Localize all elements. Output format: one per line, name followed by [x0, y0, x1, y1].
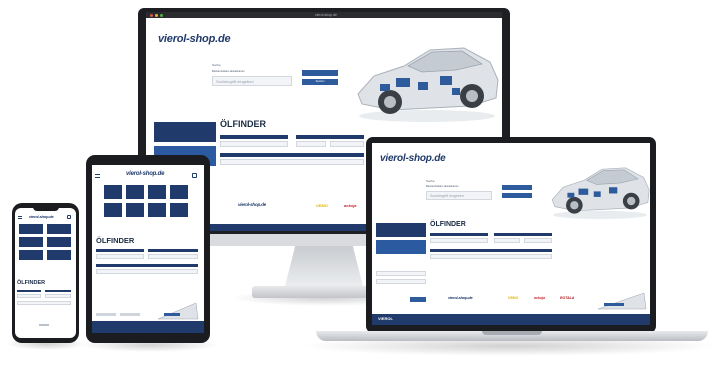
oel-finder-title: ÖLFINDER	[430, 221, 466, 228]
brand-logo-vierol: vierol-shop.de	[238, 202, 266, 207]
login-email-field[interactable]	[376, 271, 426, 276]
category-tile-7[interactable]	[148, 203, 166, 217]
finder-select-4[interactable]	[220, 159, 364, 165]
brand-logo-ackoja: ackoja	[534, 296, 545, 300]
brand-logo-ackoja: ackoja	[344, 203, 357, 208]
footer-bar	[92, 321, 204, 333]
finder-select-1[interactable]	[430, 238, 488, 243]
category-tile-4[interactable]	[47, 237, 71, 247]
search-placeholder: Suchbegriff eingeben	[216, 79, 254, 84]
category-tile-1[interactable]	[104, 185, 122, 199]
finder-select-3[interactable]	[330, 141, 364, 147]
phone-notch	[33, 206, 59, 211]
search-checkbox-label[interactable]: Bestandsdaten aktualisieren	[426, 185, 459, 189]
finder-bar-2	[494, 233, 552, 236]
brand-logo-rotala: ROTALA	[560, 296, 575, 300]
category-tile-1[interactable]	[19, 224, 43, 234]
shop-logo[interactable]: vierol-shop.de	[158, 33, 231, 45]
finder-select-2[interactable]	[494, 238, 520, 243]
search-input[interactable]: Suchbegriff eingeben	[426, 191, 492, 200]
finder-bar-1	[430, 233, 488, 236]
finder-bar-1	[220, 135, 288, 139]
finder-select-4[interactable]	[430, 254, 552, 259]
category-tile-3[interactable]	[148, 185, 166, 199]
login-password-field[interactable]	[376, 279, 426, 284]
category-tile-6[interactable]	[126, 203, 144, 217]
tablet-link-1[interactable]	[96, 313, 116, 316]
monitor-stand-neck	[284, 246, 364, 290]
category-tile-2[interactable]	[47, 224, 71, 234]
finder-select-1[interactable]	[96, 254, 144, 259]
shop-logo[interactable]: vierol-shop.de	[29, 214, 54, 219]
brand-logo-vierol: vierol-shop.de	[448, 295, 473, 300]
category-tile-8[interactable]	[170, 203, 188, 217]
finder-select-1[interactable]	[17, 294, 41, 298]
promo-banner-1[interactable]	[376, 223, 426, 237]
finder-bar-3	[430, 249, 552, 252]
finder-select-2[interactable]	[45, 294, 71, 298]
cart-icon[interactable]	[192, 173, 197, 178]
search-options-button[interactable]	[302, 70, 338, 76]
window-minimize-icon[interactable]	[155, 13, 158, 17]
footer-logo: VIEROL	[378, 316, 393, 321]
finder-select-2[interactable]	[296, 141, 326, 147]
search-placeholder: Suchbegriff eingeben	[430, 194, 464, 198]
finder-bar-3	[220, 153, 364, 157]
window-maximize-icon[interactable]	[160, 13, 163, 17]
finder-bar-3	[96, 264, 198, 267]
shop-logo[interactable]: vierol-shop.de	[126, 171, 164, 177]
category-tile-3[interactable]	[19, 237, 43, 247]
finder-select-3[interactable]	[96, 269, 198, 274]
search-heading: Suche	[426, 179, 435, 183]
tablet-preview-illustration	[157, 302, 199, 320]
search-button[interactable]: Suchen	[302, 79, 338, 85]
search-heading: Suche	[212, 63, 221, 67]
oel-finder-title: ÖLFINDER	[17, 280, 46, 286]
finder-bar-1	[96, 249, 144, 252]
finder-bar-1	[17, 290, 41, 292]
finder-bar-2	[296, 135, 364, 139]
window-close-icon[interactable]	[150, 13, 153, 17]
promo-banner-2[interactable]	[376, 240, 426, 254]
menu-icon[interactable]	[95, 174, 100, 178]
footer-bar: VIEROL	[372, 314, 650, 325]
search-button[interactable]	[502, 193, 532, 198]
laptop-opening-notch	[482, 331, 542, 335]
car-illustration	[357, 47, 499, 122]
search-options-button[interactable]	[502, 185, 532, 190]
phone-screen: vierol-shop.de ÖLFINDER	[15, 208, 76, 338]
search-input[interactable]: Suchbegriff eingeben	[212, 76, 292, 86]
category-tile-6[interactable]	[47, 250, 71, 260]
shop-logo[interactable]: vierol-shop.de	[380, 153, 446, 164]
cart-icon[interactable]	[67, 215, 71, 219]
laptop-screen: vierol-shop.de Suche Bestandsdaten aktua…	[372, 143, 650, 325]
phone-scroll-indicator	[39, 324, 49, 326]
finder-select-3[interactable]	[17, 301, 71, 305]
brand-logo-vemo: VEMO	[508, 296, 519, 300]
promo-banner-1[interactable]	[154, 122, 216, 142]
finder-select-3[interactable]	[524, 238, 552, 243]
search-checkbox-label[interactable]: Bestandsdaten aktualisieren	[212, 70, 245, 74]
category-tile-2[interactable]	[126, 185, 144, 199]
finder-bar-2	[45, 290, 71, 292]
menu-icon[interactable]	[18, 216, 22, 219]
laptop-preview-illustration	[597, 292, 647, 310]
category-tile-5[interactable]	[19, 250, 43, 260]
login-button[interactable]	[410, 297, 426, 302]
category-tile-5[interactable]	[104, 203, 122, 217]
oel-finder-title: ÖLFINDER	[220, 119, 266, 129]
category-tile-4[interactable]	[170, 185, 188, 199]
tablet-screen: vierol-shop.de ÖLFINDER	[92, 165, 204, 333]
car-illustration	[551, 167, 650, 220]
finder-select-1[interactable]	[220, 141, 288, 147]
brand-logo-vemo: VEMO	[316, 203, 328, 208]
finder-bar-2	[148, 249, 198, 252]
oel-finder-title: ÖLFINDER	[96, 236, 135, 245]
finder-select-2[interactable]	[148, 254, 198, 259]
tablet-link-2[interactable]	[120, 313, 140, 316]
